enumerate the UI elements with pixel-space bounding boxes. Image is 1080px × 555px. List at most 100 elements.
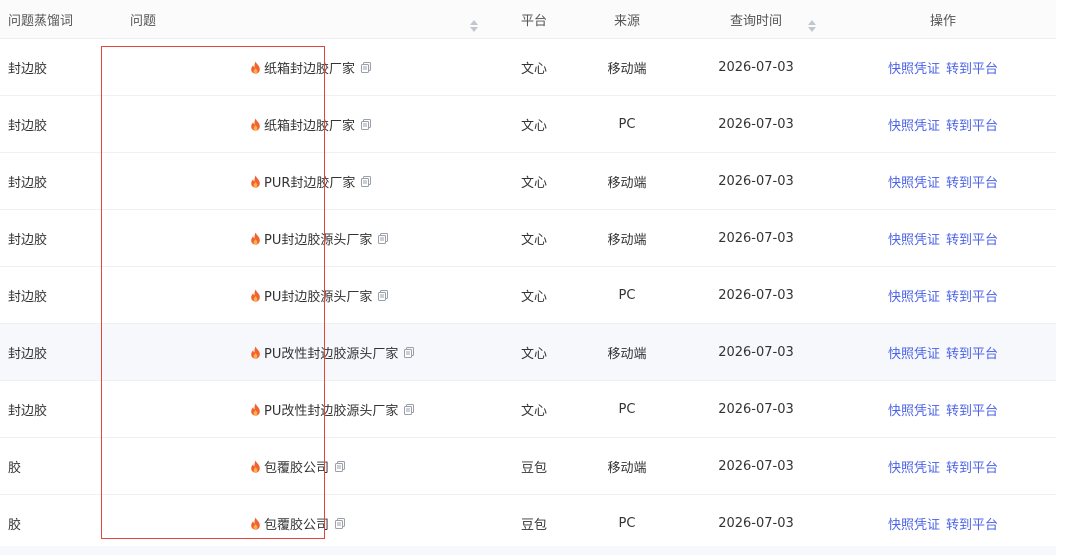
copy-icon[interactable] — [404, 403, 415, 415]
question-text: 纸箱封边胶厂家 — [264, 61, 356, 77]
table-row: 封边胶 PU封边胶源头厂家 文心 PC 2026-07-03 快照凭证 转到平台 — [0, 267, 1056, 324]
snapshot-link[interactable]: 快照凭证 — [888, 233, 940, 248]
table-row: 封边胶 纸箱封边胶厂家 文心 移动端 2026-07-03 快照凭证 转到平台 — [0, 39, 1056, 96]
cell-source: PC — [618, 401, 636, 417]
cell-source: PC — [618, 515, 636, 531]
cell-source: 移动端 — [607, 460, 647, 476]
cell-query-time: 2026-07-03 — [718, 401, 794, 417]
question-text: PU改性封边胶源头厂家 — [264, 346, 399, 362]
header-actions: 操作 — [929, 13, 956, 29]
question-text: PU封边胶源头厂家 — [264, 289, 373, 305]
cell-keyword: 封边胶 — [8, 175, 48, 191]
snapshot-link[interactable]: 快照凭证 — [888, 290, 940, 305]
goto-platform-link[interactable]: 转到平台 — [946, 119, 998, 134]
question-text: PU改性封边胶源头厂家 — [264, 403, 399, 419]
copy-icon[interactable] — [361, 118, 372, 130]
hot-fire-icon — [250, 232, 261, 245]
cell-source: PC — [618, 116, 636, 132]
cell-question: PU改性封边胶源头厂家 — [122, 343, 496, 362]
cell-question: PUR封边胶厂家 — [122, 172, 496, 191]
hot-fire-icon — [250, 346, 261, 359]
sort-question-icon[interactable] — [470, 19, 478, 32]
question-text: PUR封边胶厂家 — [264, 175, 356, 191]
cell-platform: 文心 — [520, 175, 547, 191]
copy-icon[interactable] — [335, 460, 346, 472]
table-row: 封边胶 PU封边胶源头厂家 文心 移动端 2026-07-03 快照凭证 转到平台 — [0, 210, 1056, 267]
question-text: PU封边胶源头厂家 — [264, 232, 373, 248]
header-query-time-label: 查询时间 — [729, 13, 782, 29]
header-query-time[interactable]: 查询时间 — [682, 10, 830, 32]
goto-platform-link[interactable]: 转到平台 — [946, 233, 998, 248]
goto-platform-link[interactable]: 转到平台 — [946, 347, 998, 362]
cell-query-time: 2026-07-03 — [718, 344, 794, 360]
hot-fire-icon — [250, 403, 261, 416]
table-header: 问题蒸馏词 问题 平台 来源 查询时间 操作 — [0, 0, 1056, 39]
cell-question: 纸箱封边胶厂家 — [122, 58, 496, 77]
table-row: 胶 包覆胶公司 豆包 PC 2026-07-03 快照凭证 转到平台 — [0, 495, 1056, 552]
copy-icon[interactable] — [361, 175, 372, 187]
cell-source: 移动端 — [607, 346, 647, 362]
cell-query-time: 2026-07-03 — [718, 173, 794, 189]
goto-platform-link[interactable]: 转到平台 — [946, 518, 998, 533]
goto-platform-link[interactable]: 转到平台 — [946, 176, 998, 191]
cell-actions: 快照凭证 转到平台 — [830, 58, 1056, 77]
snapshot-link[interactable]: 快照凭证 — [888, 347, 940, 362]
hot-fire-icon — [250, 460, 261, 473]
hot-fire-icon — [250, 517, 261, 530]
cell-keyword: 封边胶 — [8, 232, 48, 248]
hot-fire-icon — [250, 118, 261, 131]
cell-actions: 快照凭证 转到平台 — [830, 172, 1056, 191]
cell-keyword: 封边胶 — [8, 289, 48, 305]
hot-fire-icon — [250, 289, 261, 302]
header-platform: 平台 — [520, 13, 547, 29]
table-row-partial — [0, 546, 1056, 555]
cell-question: 纸箱封边胶厂家 — [122, 115, 496, 134]
question-text: 纸箱封边胶厂家 — [264, 118, 356, 134]
header-question-label: 问题 — [130, 13, 157, 29]
cell-source: PC — [618, 287, 636, 303]
table-row: 封边胶 PU改性封边胶源头厂家 文心 移动端 2026-07-03 快照凭证 转到平台 — [0, 324, 1056, 381]
cell-actions: 快照凭证 转到平台 — [830, 115, 1056, 134]
goto-platform-link[interactable]: 转到平台 — [946, 62, 998, 77]
table-row: 胶 包覆胶公司 豆包 移动端 2026-07-03 快照凭证 转到平台 — [0, 438, 1056, 495]
header-question[interactable]: 问题 — [122, 10, 496, 32]
copy-icon[interactable] — [378, 232, 389, 244]
cell-query-time: 2026-07-03 — [718, 458, 794, 474]
copy-icon[interactable] — [361, 61, 372, 73]
cell-keyword: 封边胶 — [8, 346, 48, 362]
cell-platform: 文心 — [520, 289, 547, 305]
hot-fire-icon — [250, 175, 261, 188]
snapshot-link[interactable]: 快照凭证 — [888, 176, 940, 191]
cell-actions: 快照凭证 转到平台 — [830, 286, 1056, 305]
hot-fire-icon — [250, 61, 261, 74]
cell-platform: 文心 — [520, 118, 547, 134]
cell-keyword: 封边胶 — [8, 403, 48, 419]
cell-platform: 豆包 — [520, 517, 547, 533]
cell-platform: 文心 — [520, 346, 547, 362]
snapshot-link[interactable]: 快照凭证 — [888, 518, 940, 533]
cell-query-time: 2026-07-03 — [718, 287, 794, 303]
results-table: 问题蒸馏词 问题 平台 来源 查询时间 操作 封边胶 纸箱封边胶厂家 文心 移动端 20… — [0, 0, 1056, 552]
copy-icon[interactable] — [378, 289, 389, 301]
goto-platform-link[interactable]: 转到平台 — [946, 290, 998, 305]
copy-icon[interactable] — [335, 517, 346, 529]
goto-platform-link[interactable]: 转到平台 — [946, 461, 998, 476]
table-row: 封边胶 PU改性封边胶源头厂家 文心 PC 2026-07-03 快照凭证 转到平台 — [0, 381, 1056, 438]
cell-source: 移动端 — [607, 232, 647, 248]
snapshot-link[interactable]: 快照凭证 — [888, 119, 940, 134]
cell-source: 移动端 — [607, 61, 647, 77]
goto-platform-link[interactable]: 转到平台 — [946, 404, 998, 419]
cell-actions: 快照凭证 转到平台 — [830, 400, 1056, 419]
sort-time-icon[interactable] — [808, 19, 816, 32]
cell-query-time: 2026-07-03 — [718, 230, 794, 246]
snapshot-link[interactable]: 快照凭证 — [888, 404, 940, 419]
snapshot-link[interactable]: 快照凭证 — [888, 461, 940, 476]
header-source: 来源 — [613, 13, 640, 29]
copy-icon[interactable] — [404, 346, 415, 358]
snapshot-link[interactable]: 快照凭证 — [888, 62, 940, 77]
question-text: 包覆胶公司 — [264, 517, 330, 533]
cell-platform: 文心 — [520, 61, 547, 77]
cell-question: PU封边胶源头厂家 — [122, 229, 496, 248]
cell-question: 包覆胶公司 — [122, 457, 496, 476]
question-text: 包覆胶公司 — [264, 460, 330, 476]
